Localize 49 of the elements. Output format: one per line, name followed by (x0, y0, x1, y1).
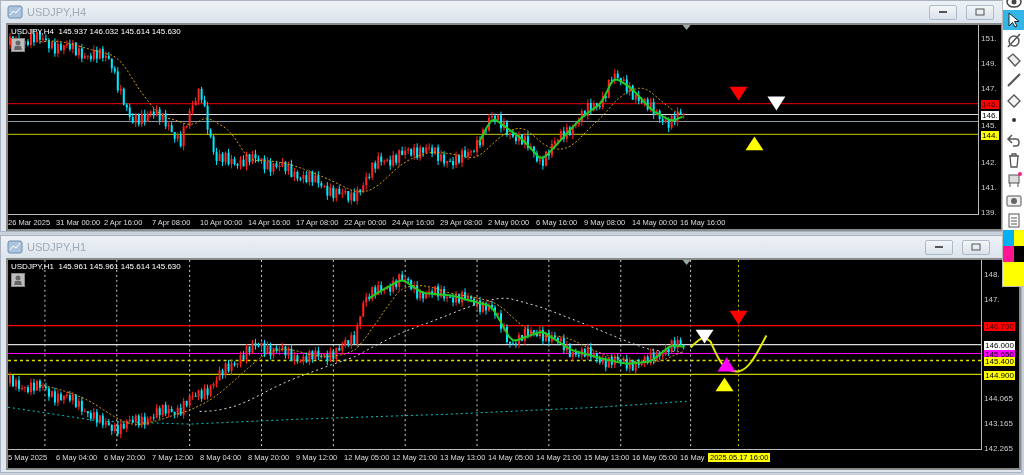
chart-window-icon (7, 5, 23, 19)
chart-shift-icon[interactable] (682, 25, 691, 30)
color-swatch[interactable] (1003, 262, 1024, 286)
price-label: 149. (981, 59, 997, 68)
price-label: 142. (981, 158, 997, 167)
color-swatch[interactable] (1003, 230, 1014, 246)
emblem-icon[interactable] (11, 273, 25, 287)
color-swatch[interactable] (1014, 246, 1024, 262)
price-label: 148. (984, 270, 1000, 279)
price-label: 145. (981, 121, 997, 130)
price-chart[interactable]: USDJPY,H1 145.961 145.961 145.614 145.630 (8, 260, 982, 450)
minimize-button[interactable] (925, 239, 953, 255)
price-label: 143.165 (984, 419, 1013, 428)
clipboard-icon (1006, 212, 1022, 228)
price-label: 146.700 (984, 322, 1015, 331)
price-label: 146. (981, 111, 999, 120)
restore-icon (975, 8, 985, 16)
tag-icon (1006, 52, 1022, 68)
window-title: USDJPY,H4 (27, 6, 87, 18)
window-title: USDJPY,H1 (27, 241, 87, 253)
chart-shift-icon[interactable] (682, 260, 691, 265)
chart-header: USDJPY,H1 145.961 145.961 145.614 145.630 (11, 262, 181, 271)
trash-icon (1006, 152, 1022, 168)
price-label: 144.065 (984, 394, 1013, 403)
chart-window-icon (7, 240, 23, 254)
price-label: 145.400 (984, 357, 1015, 366)
chart-header: USDJPY,H4 145.937 146.032 145.614 145.630 (11, 27, 181, 36)
cursor-tool-button[interactable] (1003, 10, 1024, 30)
restore-icon (971, 243, 981, 251)
undo-icon (1006, 132, 1022, 148)
price-label: 139. (981, 208, 997, 217)
eye-tool-button[interactable] (1003, 0, 1024, 10)
color-swatch[interactable] (1003, 246, 1014, 262)
minimize-button[interactable] (929, 4, 957, 20)
price-label: 144. (981, 131, 999, 140)
cursor-icon (1006, 12, 1022, 28)
price-label: 144.900 (984, 371, 1015, 380)
price-label: 146.000 (984, 341, 1015, 350)
emblem-icon[interactable] (11, 38, 25, 52)
price-label: 147. (981, 84, 997, 93)
price-label: 141. (981, 183, 997, 192)
price-label: 147. (984, 295, 1000, 304)
camera-icon (1006, 192, 1022, 208)
color-swatch[interactable] (1014, 230, 1024, 246)
price-label: 146. (981, 100, 999, 109)
price-chart[interactable]: USDJPY,H4 145.937 146.032 145.614 145.630 (8, 25, 979, 215)
price-label: 151. (981, 34, 997, 43)
line-icon (1006, 72, 1022, 88)
price-label: 142.265 (984, 444, 1013, 453)
